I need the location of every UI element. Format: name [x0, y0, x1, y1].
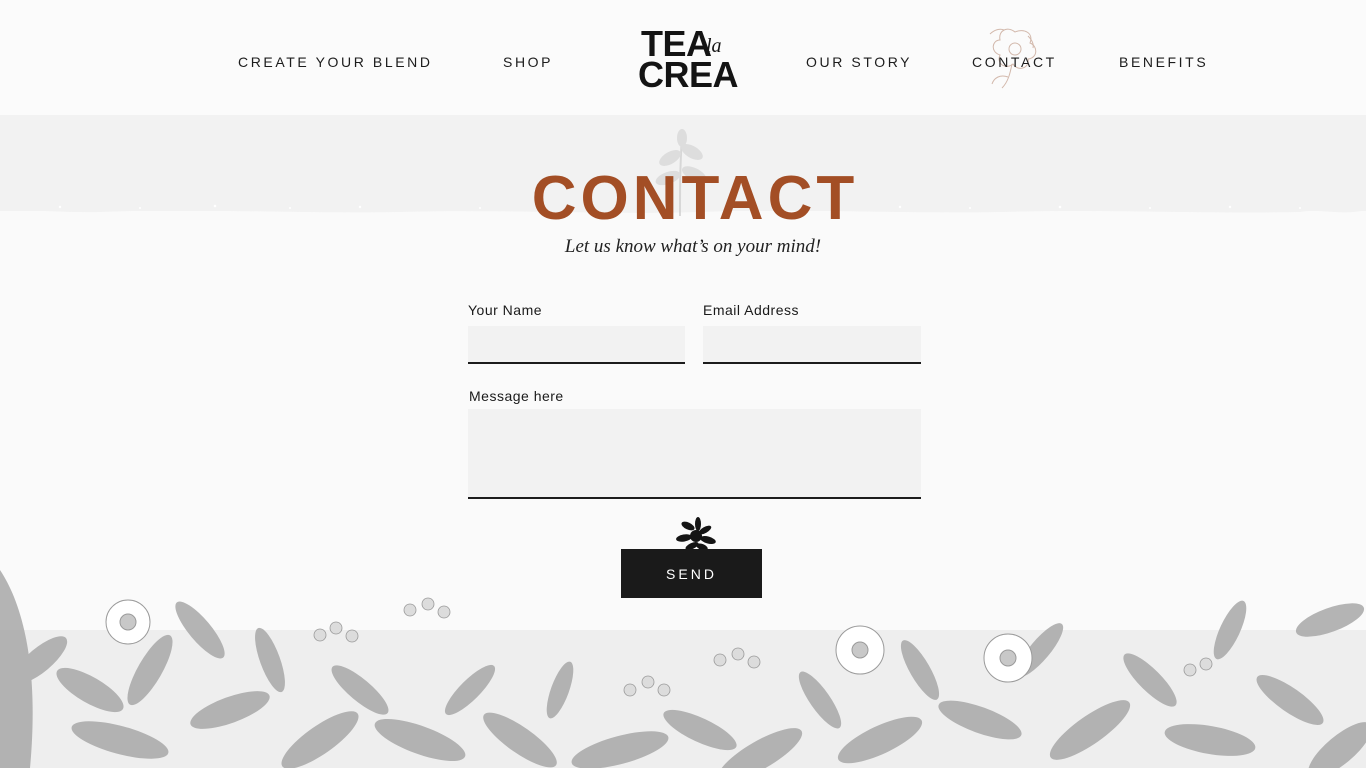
- name-input[interactable]: [468, 326, 685, 364]
- nav-contact[interactable]: CONTACT: [972, 54, 1057, 70]
- site-logo[interactable]: TEA la CREA: [638, 26, 739, 93]
- message-textarea[interactable]: [468, 409, 921, 499]
- page-subtitle: Let us know what’s on your mind!: [564, 236, 822, 257]
- message-label: Message here: [469, 388, 564, 404]
- nav-our-story[interactable]: OUR STORY: [806, 54, 912, 70]
- botanical-illustration: [0, 570, 1366, 768]
- name-label: Your Name: [468, 302, 543, 318]
- email-label: Email Address: [703, 302, 799, 318]
- email-input[interactable]: [703, 326, 921, 364]
- page-title: CONTACT: [531, 164, 859, 233]
- nav-create-your-blend[interactable]: CREATE YOUR BLEND: [238, 54, 433, 70]
- nav-shop[interactable]: SHOP: [503, 54, 553, 70]
- logo-line-crea: CREA: [638, 54, 739, 95]
- nav-benefits[interactable]: BENEFITS: [1119, 54, 1208, 70]
- site-header: CREATE YOUR BLEND SHOP TEA la CREA OUR S…: [0, 0, 1366, 115]
